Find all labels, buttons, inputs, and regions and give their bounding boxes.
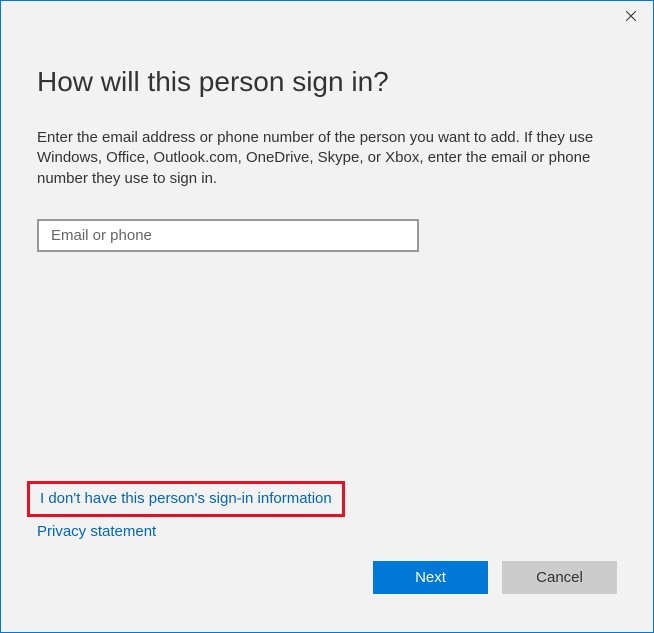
dialog-title: How will this person sign in? [37,66,617,98]
email-or-phone-input[interactable] [37,219,419,252]
add-user-dialog: How will this person sign in? Enter the … [0,0,654,633]
close-button[interactable] [608,1,653,31]
cancel-button[interactable]: Cancel [502,561,617,594]
no-sign-in-info-link[interactable]: I don't have this person's sign-in infor… [40,490,332,507]
links-section: I don't have this person's sign-in infor… [37,481,617,541]
close-icon [626,11,636,21]
titlebar [1,1,653,31]
dialog-content: How will this person sign in? Enter the … [1,31,653,561]
dialog-description: Enter the email address or phone number … [37,128,617,189]
privacy-statement-link[interactable]: Privacy statement [37,523,156,540]
spacer [37,252,617,481]
highlight-box: I don't have this person's sign-in infor… [27,481,345,517]
dialog-footer: Next Cancel [1,561,653,632]
next-button[interactable]: Next [373,561,488,594]
